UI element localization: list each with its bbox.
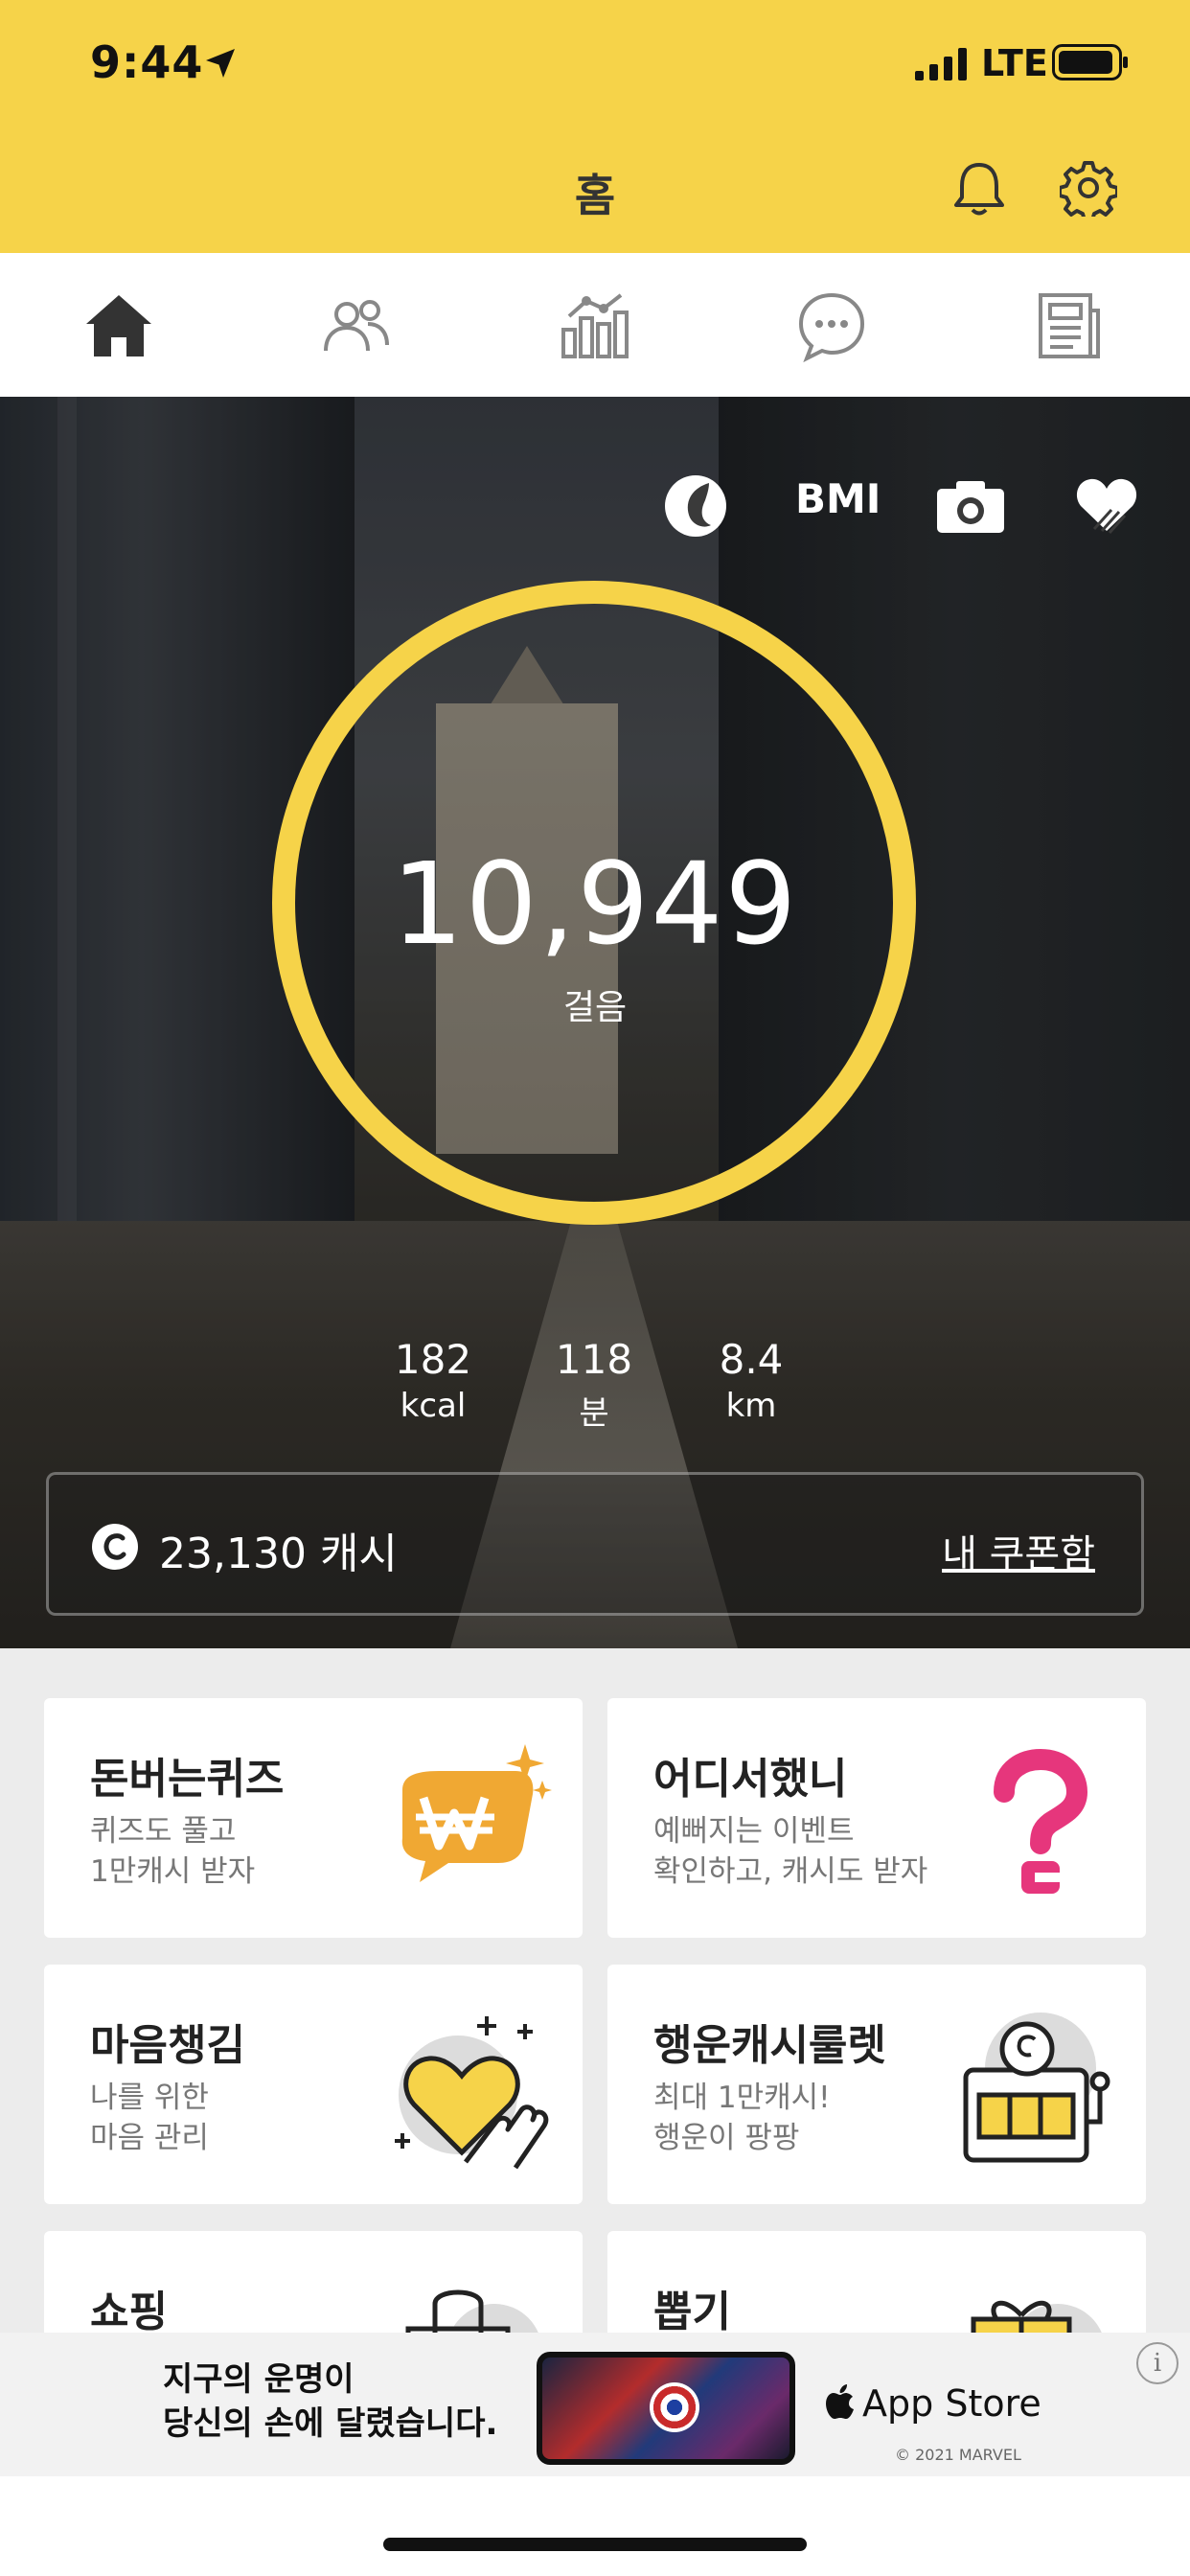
bell-icon[interactable] xyxy=(950,159,1008,218)
card-desc-line: 확인하고, 캐시도 받자 xyxy=(653,1854,928,1889)
apple-logo-icon xyxy=(826,2384,854,2419)
tab-stats[interactable] xyxy=(556,288,632,364)
card-title: 어디서했니 xyxy=(653,1755,848,1804)
tab-home[interactable] xyxy=(80,288,157,364)
stat-calories-value: 182 xyxy=(394,1336,472,1383)
bottom-safe-area xyxy=(0,2476,1190,2576)
card-desc-line: 예뻐지는 이벤트 xyxy=(653,1814,855,1849)
step-hero: BMI 10,949 걸음 182 kcal 118 분 8.4 km 23,1… xyxy=(0,397,1190,1648)
card-title: 돈버는퀴즈 xyxy=(90,1755,285,1804)
page-title: 홈 xyxy=(574,170,616,221)
card-title: 뽑기 xyxy=(653,2288,731,2336)
stat-minutes-unit: 분 xyxy=(579,1394,609,1433)
card-title: 행운캐시룰렛 xyxy=(653,2021,886,2070)
ad-copyright: © 2021 MARVEL xyxy=(895,2446,1021,2464)
top-bar: 9:44 LTE 홈 xyxy=(0,0,1190,253)
heart-hand-icon[interactable] xyxy=(1073,472,1140,537)
stat-distance-value: 8.4 xyxy=(719,1336,784,1383)
tab-chat[interactable] xyxy=(793,288,870,364)
card-desc: 예뻐지는 이벤트 확인하고, 캐시도 받자 xyxy=(653,1811,941,1892)
app-store-label: App Store xyxy=(862,2382,1041,2425)
card-where-did-you[interactable]: 어디서했니 예뻐지는 이벤트 확인하고, 캐시도 받자 xyxy=(607,1698,1146,1938)
card-desc-line: 최대 1만캐시! xyxy=(653,2081,831,2115)
signal-icon xyxy=(915,48,967,80)
status-time: 9:44 xyxy=(90,36,204,88)
bmi-button[interactable]: BMI xyxy=(795,475,881,522)
card-desc-line: 마음 관리 xyxy=(90,2121,209,2155)
stat-calories-unit: kcal xyxy=(400,1387,467,1425)
tab-friends[interactable] xyxy=(318,288,395,364)
heart-hand-icon xyxy=(395,2016,549,2170)
ad-info-icon[interactable]: i xyxy=(1136,2342,1179,2384)
cash-balance-bar[interactable]: 23,130 캐시 내 쿠폰함 xyxy=(46,1472,1144,1616)
tab-bar xyxy=(0,253,1190,397)
card-desc: 최대 1만캐시! 행운이 팡팡 xyxy=(653,2078,960,2158)
weather-leaf-icon[interactable] xyxy=(661,472,730,540)
slot-machine-icon xyxy=(963,2012,1110,2163)
card-mindfulness[interactable]: 마음챙김 나를 위한 마음 관리 xyxy=(44,1965,583,2204)
stat-distance: 8.4 km xyxy=(665,1336,837,1425)
tab-news[interactable] xyxy=(1031,288,1108,364)
stat-distance-unit: km xyxy=(725,1387,777,1425)
ad-text: 지구의 운명이 당신의 손에 달렸습니다. xyxy=(163,2358,497,2446)
card-desc-line: 나를 위한 xyxy=(90,2081,209,2115)
camera-icon[interactable] xyxy=(935,477,1006,535)
battery-icon xyxy=(1052,44,1128,80)
home-indicator[interactable] xyxy=(383,2538,807,2551)
shield-icon xyxy=(650,2382,699,2432)
ad-line: 당신의 손에 달렸습니다. xyxy=(163,2404,498,2443)
location-arrow-icon xyxy=(206,49,235,78)
step-label: 걸음 xyxy=(562,988,628,1027)
stat-calories: 182 kcal xyxy=(347,1336,519,1425)
cash-amount: 23,130 캐시 xyxy=(159,1530,398,1578)
card-desc-line: 행운이 팡팡 xyxy=(653,2121,800,2155)
my-coupons-link[interactable]: 내 쿠폰함 xyxy=(942,1523,1095,1578)
card-title: 쇼핑 xyxy=(90,2288,168,2336)
question-mark-icon xyxy=(994,1748,1088,1894)
card-money-quiz[interactable]: 돈버는퀴즈 퀴즈도 풀고 1만캐시 받자 xyxy=(44,1698,583,1938)
card-desc: 나를 위한 마음 관리 xyxy=(90,2078,397,2158)
ad-line: 지구의 운명이 xyxy=(163,2360,355,2399)
stat-minutes-value: 118 xyxy=(555,1336,633,1383)
stat-minutes: 118 분 xyxy=(508,1336,680,1434)
card-desc: 퀴즈도 풀고 1만캐시 받자 xyxy=(90,1811,397,1892)
card-desc-line: 퀴즈도 풀고 xyxy=(90,1814,237,1849)
won-sparkle-icon xyxy=(401,1744,552,1882)
card-desc-line: 1만캐시 받자 xyxy=(90,1854,256,1889)
cash-coin-icon xyxy=(92,1524,138,1570)
card-lucky-roulette[interactable]: 행운캐시룰렛 최대 1만캐시! 행운이 팡팡 xyxy=(607,1965,1146,2204)
card-title: 마음챙김 xyxy=(90,2021,245,2070)
network-label: LTE xyxy=(981,42,1048,84)
ad-banner[interactable]: 지구의 운명이 당신의 손에 달렸습니다. App Store © 2021 M… xyxy=(0,2333,1190,2476)
gear-icon[interactable] xyxy=(1060,159,1117,217)
step-count: 10,949 xyxy=(391,838,799,970)
